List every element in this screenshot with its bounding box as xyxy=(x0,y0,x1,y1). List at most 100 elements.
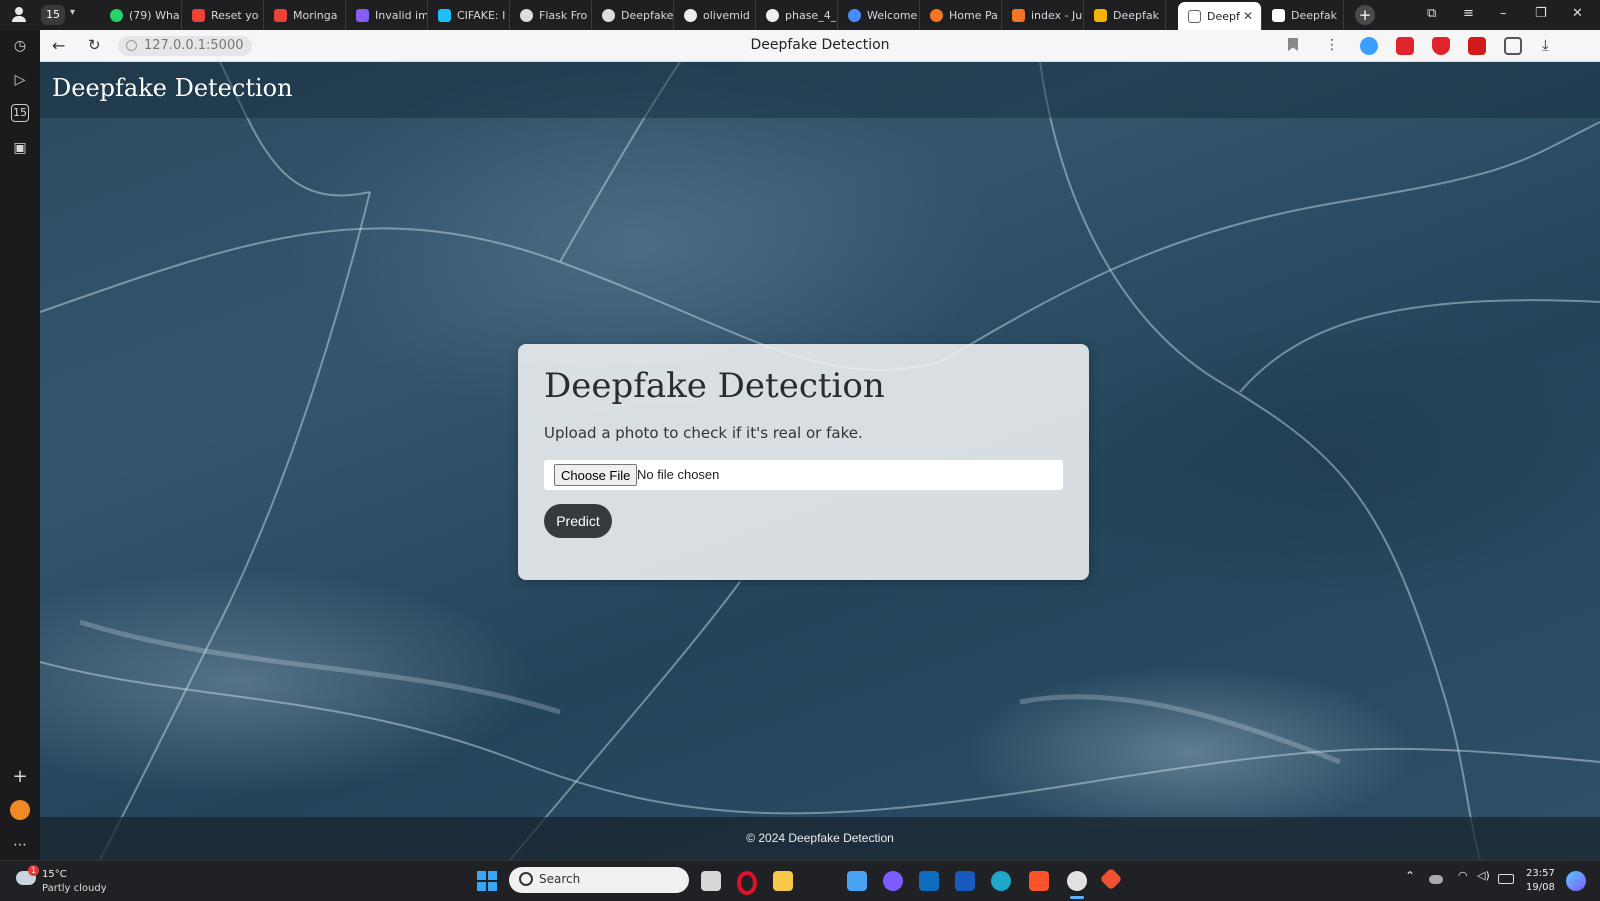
tab-jupyter-index[interactable]: index - Ju xyxy=(1002,0,1084,30)
adblock-shield-icon[interactable] xyxy=(1432,37,1450,55)
tab-label: Invalid im xyxy=(375,8,427,22)
battery-icon[interactable] xyxy=(1498,874,1514,884)
store-icon[interactable] xyxy=(847,871,867,891)
extensions-icon[interactable] xyxy=(1504,37,1522,55)
footer-text: © 2024 Deepfake Detection xyxy=(746,831,894,845)
tab-count-badge[interactable]: 15 xyxy=(41,5,65,25)
tab-label: olivemid xyxy=(703,8,750,22)
weather-desc[interactable]: Partly cloudy xyxy=(42,883,107,894)
screenshot-icon[interactable]: ▣ xyxy=(10,138,30,158)
tab-github-olivemid[interactable]: olivemid xyxy=(674,0,756,30)
tab-cifake[interactable]: CIFAKE: I xyxy=(428,0,510,30)
git-icon[interactable] xyxy=(1099,867,1123,891)
outlook-icon[interactable] xyxy=(919,871,939,891)
tab-deepfake-chat[interactable]: Deepfake xyxy=(592,0,674,30)
tab-label: (79) Wha xyxy=(129,8,180,22)
add-panel-icon[interactable]: + xyxy=(10,767,30,787)
file-explorer-icon[interactable] xyxy=(773,871,793,891)
tab-deepfake-pen[interactable]: Deepfak xyxy=(1262,0,1344,30)
show-hidden-icons[interactable]: ⌃ xyxy=(1405,869,1415,883)
pdf-extension-icon[interactable] xyxy=(1468,37,1486,55)
tab-invalid-image[interactable]: Invalid im xyxy=(346,0,428,30)
menu-icon[interactable]: ≡ xyxy=(1463,6,1474,21)
tab-slides-deepfake[interactable]: Deepfak xyxy=(1084,0,1166,30)
player-icon[interactable]: ▷ xyxy=(10,70,30,90)
edge-icon[interactable] xyxy=(991,871,1011,891)
tab-label: Deepfak xyxy=(1113,8,1159,22)
start-windows-icon[interactable] xyxy=(477,871,497,891)
chatgpt-icon xyxy=(520,8,533,22)
address-bar: ← ↻ 127.0.0.1:5000 Deepfake Detection ⋮ … xyxy=(40,30,1600,62)
card-heading: Deepfake Detection xyxy=(544,366,885,406)
more-icon[interactable]: ⋯ xyxy=(10,835,30,855)
notifications-icon[interactable] xyxy=(1566,871,1586,891)
tab-flask-front[interactable]: Flask Fro xyxy=(510,0,592,30)
history-icon[interactable]: ◷ xyxy=(10,36,30,56)
github-icon xyxy=(684,8,697,22)
tab-github-phase4[interactable]: phase_4_ xyxy=(756,0,838,30)
search-icon xyxy=(519,872,533,886)
browser-sidebar: ◷ ▷ 15 ▣ + ⋯ xyxy=(0,30,40,860)
weather-alert-badge: 1 xyxy=(28,865,39,876)
tab-gmail-moringa[interactable]: Moringa xyxy=(264,0,346,30)
file-status-text: No file chosen xyxy=(637,467,720,482)
site-header: Deepfake Detection xyxy=(40,62,1600,118)
chevron-down-icon[interactable]: ▾ xyxy=(70,7,75,18)
clock-date[interactable]: 19/08 xyxy=(1526,882,1555,893)
clock-time[interactable]: 23:57 xyxy=(1526,868,1555,879)
taskbar-search[interactable]: Search xyxy=(509,867,689,893)
weather-temp[interactable]: 15°C xyxy=(42,869,67,880)
tab-search-icon[interactable]: ⧉ xyxy=(1427,6,1436,21)
tab-label: Moringa xyxy=(293,8,338,22)
vpn-extension-icon[interactable] xyxy=(1360,37,1378,55)
tab-gmail-reset[interactable]: Reset yo xyxy=(182,0,264,30)
restore-button[interactable]: ❐ xyxy=(1535,6,1547,21)
gmail-icon xyxy=(192,8,205,22)
search-placeholder: Search xyxy=(539,872,581,886)
dislike-extension-icon[interactable] xyxy=(1396,37,1414,55)
download-icon[interactable]: ⤓ xyxy=(1542,36,1549,54)
tab-label: Reset yo xyxy=(211,8,259,22)
extension-fox-icon[interactable] xyxy=(10,800,30,820)
slides-icon xyxy=(1094,8,1107,22)
yandex-icon[interactable] xyxy=(1067,871,1087,891)
page-content: Deepfake Detection Deepfake Detection Up… xyxy=(40,62,1600,860)
tab-label: Deepfak xyxy=(1291,8,1337,22)
site-title: Deepfake Detection xyxy=(52,74,293,102)
choose-file-button[interactable]: Choose File xyxy=(554,464,638,486)
gmail-icon xyxy=(274,8,287,22)
brave-icon[interactable] xyxy=(1029,871,1049,891)
volume-icon[interactable]: ◁) xyxy=(1477,869,1490,882)
card-subtitle: Upload a photo to check if it's real or … xyxy=(544,424,863,442)
minimize-button[interactable]: – xyxy=(1500,6,1507,21)
page-icon xyxy=(1188,9,1201,23)
whatsapp-icon xyxy=(110,8,123,22)
onedrive-icon[interactable] xyxy=(1429,875,1443,884)
sidebar-tabs-badge[interactable]: 15 xyxy=(11,104,29,122)
tab-welcome[interactable]: Welcome xyxy=(838,0,920,30)
browser-tab-strip: 15 ▾ (79) Wha Reset yo Moringa Invalid i… xyxy=(0,0,1600,30)
hugging-icon xyxy=(356,8,369,22)
predict-button[interactable]: Predict xyxy=(544,504,612,538)
chatgpt-icon xyxy=(602,8,615,22)
tab-deepfake-active[interactable]: Deepf ✕ xyxy=(1178,2,1262,30)
wifi-icon[interactable]: ◠ xyxy=(1458,869,1468,882)
new-tab-button[interactable]: + xyxy=(1355,5,1375,25)
word-icon[interactable] xyxy=(955,871,975,891)
task-view-icon[interactable] xyxy=(701,871,721,891)
more-options-icon[interactable]: ⋮ xyxy=(1325,37,1339,53)
tab-label: phase_4_ xyxy=(785,8,837,22)
tab-jupyter-home[interactable]: Home Pa xyxy=(920,0,1002,30)
close-window-button[interactable]: ✕ xyxy=(1572,6,1583,21)
tab-label: Home Pa xyxy=(949,8,998,22)
profile-icon[interactable] xyxy=(12,7,26,22)
file-input[interactable]: Choose File No file chosen xyxy=(544,460,1063,490)
close-tab-icon[interactable]: ✕ xyxy=(1243,9,1253,23)
site-footer: © 2024 Deepfake Detection xyxy=(40,817,1600,860)
copilot-app-icon[interactable] xyxy=(883,871,903,891)
windows-taskbar: 1 15°C Partly cloudy Search ⌃ ◠ ◁) 23:57… xyxy=(0,860,1600,901)
tab-label: Welcome xyxy=(867,8,918,22)
opera-icon[interactable] xyxy=(737,871,757,895)
tab-whatsapp[interactable]: (79) Wha xyxy=(100,0,182,30)
tab-label: Flask Fro xyxy=(539,8,588,22)
